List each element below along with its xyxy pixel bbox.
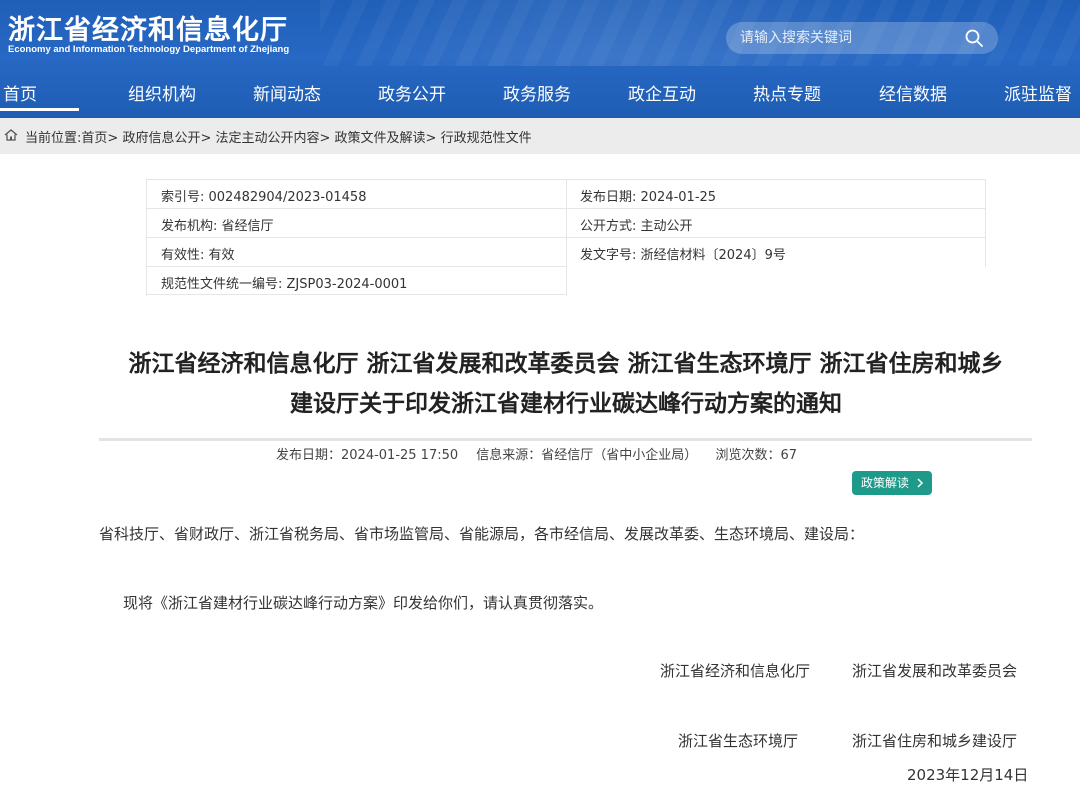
main-nav: 首页 组织机构 新闻动态 政务公开 政务服务 政企互动 热点专题 经信数据 派驻… xyxy=(0,66,1080,118)
breadcrumb: 当前位置:首页> 政府信息公开> 法定主动公开内容> 政策文件及解读> 行政规范… xyxy=(0,118,1080,154)
breadcrumb-normative[interactable]: 行政规范性文件 xyxy=(441,131,532,146)
nav-organization[interactable]: 组织机构 xyxy=(128,80,196,105)
info-unified-no: 规范性文件统一编号: ZJSP03-2024-0001 xyxy=(161,277,408,292)
info-row: 规范性文件统一编号: ZJSP03-2024-0001 xyxy=(146,266,567,296)
article-title: 浙江省经济和信息化厅 浙江省发展和改革委员会 浙江省生态环境厅 浙江省住房和城乡… xyxy=(100,344,1032,424)
breadcrumb-sep: > xyxy=(319,131,335,146)
signature-econ-it: 浙江省经济和信息化厅 xyxy=(660,662,811,680)
breadcrumb-path: 当前位置:首页> 政府信息公开> 法定主动公开内容> 政策文件及解读> 行政规范… xyxy=(25,127,532,146)
nav-supervision[interactable]: 派驻监督 xyxy=(1004,80,1072,105)
nav-home[interactable]: 首页 xyxy=(0,80,79,111)
info-row: 发布机构: 省经信厅 公开方式: 主动公开 xyxy=(146,208,986,238)
nav-gov-open[interactable]: 政务公开 xyxy=(378,80,446,105)
chevron-right-icon xyxy=(917,478,924,488)
info-index-no: 索引号: 002482904/2023-01458 xyxy=(161,190,367,205)
meta-source: 信息来源：省经信厅（省中小企业局） xyxy=(476,448,698,463)
breadcrumb-policy[interactable]: 政策文件及解读 xyxy=(335,131,426,146)
breadcrumb-sep: > xyxy=(200,131,216,146)
search-input[interactable] xyxy=(740,27,960,49)
nav-news[interactable]: 新闻动态 xyxy=(253,80,321,105)
meta-date: 发布日期：2024-01-25 17:50 xyxy=(276,448,459,463)
policy-interpretation-button[interactable]: 政策解读 xyxy=(852,471,932,495)
article-meta: 发布日期：2024-01-25 17:50 信息来源：省经信厅（省中小企业局） … xyxy=(276,444,811,463)
info-publisher: 发布机构: 省经信厅 xyxy=(161,219,274,234)
info-row: 索引号: 002482904/2023-01458 发布日期: 2024-01-… xyxy=(146,179,986,209)
breadcrumb-sep: > xyxy=(107,131,123,146)
nav-data[interactable]: 经信数据 xyxy=(879,80,947,105)
breadcrumb-prefix: 当前位置: xyxy=(25,131,82,146)
document-info-table: 索引号: 002482904/2023-01458 发布日期: 2024-01-… xyxy=(146,179,986,296)
nav-topics[interactable]: 热点专题 xyxy=(753,80,821,105)
home-icon xyxy=(4,129,18,141)
nav-gov-service[interactable]: 政务服务 xyxy=(503,80,571,105)
site-header: 浙江省经济和信息化厅 Economy and Information Techn… xyxy=(0,0,1080,118)
info-validity: 有效性: 有效 xyxy=(161,248,235,263)
site-logo-title[interactable]: 浙江省经济和信息化厅 xyxy=(8,8,288,47)
article-recipients: 省科技厅、省财政厅、浙江省税务局、省市场监管局、省能源局，各市经信局、发展改革委… xyxy=(99,525,865,543)
signature-date: 2023年12月14日 xyxy=(907,766,1029,784)
info-publish-date: 发布日期: 2024-01-25 xyxy=(580,190,717,205)
title-divider xyxy=(99,438,1032,441)
info-doc-no: 发文字号: 浙经信材料〔2024〕9号 xyxy=(580,248,786,263)
policy-button-label: 政策解读 xyxy=(861,476,910,490)
info-open-method: 公开方式: 主动公开 xyxy=(580,219,693,234)
signature-ecology: 浙江省生态环境厅 xyxy=(678,732,799,750)
breadcrumb-sep: > xyxy=(425,131,441,146)
article-body: 现将《浙江省建材行业碳达峰行动方案》印发给你们，请认真贯彻落实。 xyxy=(123,594,604,612)
article-title-line2: 建设厅关于印发浙江省建材行业碳达峰行动方案的通知 xyxy=(290,391,842,417)
nav-interaction[interactable]: 政企互动 xyxy=(628,80,696,105)
signature-ndrc: 浙江省发展和改革委员会 xyxy=(852,662,1018,680)
breadcrumb-home[interactable]: 首页 xyxy=(81,131,107,146)
info-row: 有效性: 有效 发文字号: 浙经信材料〔2024〕9号 xyxy=(146,237,986,267)
breadcrumb-legal-content[interactable]: 法定主动公开内容 xyxy=(215,131,319,146)
breadcrumb-gov-info[interactable]: 政府信息公开 xyxy=(122,131,200,146)
article-title-line1: 浙江省经济和信息化厅 浙江省发展和改革委员会 浙江省生态环境厅 浙江省住房和城乡 xyxy=(128,351,1004,377)
meta-views: 浏览次数：67 xyxy=(715,448,797,463)
signature-housing: 浙江省住房和城乡建设厅 xyxy=(852,732,1018,750)
search-box xyxy=(726,22,998,54)
search-icon[interactable] xyxy=(964,28,984,48)
site-logo-subtitle: Economy and Information Technology Depar… xyxy=(8,44,290,55)
